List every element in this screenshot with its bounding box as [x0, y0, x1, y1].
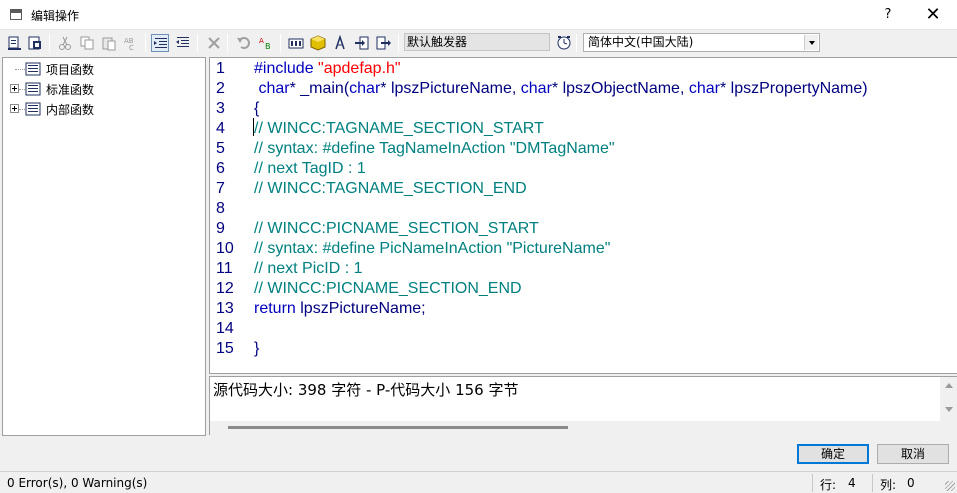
chevron-down-icon[interactable]: [804, 35, 818, 50]
line-number: 11: [216, 260, 233, 277]
column-label: 列:: [880, 478, 897, 492]
cancel-button[interactable]: 取消: [877, 444, 949, 464]
tree-item-standard-functions[interactable]: 标准函数: [3, 80, 203, 98]
line-number: 15: [216, 340, 234, 357]
code-text: // next TagID : 1: [254, 160, 366, 177]
text-caret: [253, 118, 254, 136]
outdent-icon[interactable]: [174, 34, 192, 52]
function-list-icon: [25, 82, 41, 96]
line-number: 8: [216, 200, 225, 217]
code-text: // WINCC:TAGNAME_SECTION_START: [254, 120, 544, 137]
scroll-down-icon[interactable]: [945, 407, 953, 412]
svg-text:C: C: [129, 44, 134, 51]
line-number: 4: [216, 120, 225, 137]
trigger-clock-icon[interactable]: [555, 34, 573, 52]
title-bar: 编辑操作 ? ✕: [0, 0, 957, 30]
help-button[interactable]: ?: [878, 5, 898, 25]
code-text: char* _main(char* lpszPictureName, char*…: [254, 80, 868, 97]
import-icon[interactable]: [353, 34, 371, 52]
property-icon[interactable]: [331, 34, 349, 52]
tag-icon[interactable]: [287, 34, 305, 52]
function-list-icon: [25, 102, 41, 116]
line-number: 6: [216, 160, 225, 177]
scroll-up-icon[interactable]: [945, 383, 953, 388]
object-icon[interactable]: [309, 34, 327, 52]
line-number: 3: [216, 100, 225, 117]
code-text: #include "apdefap.h": [254, 60, 401, 77]
language-value: 简体中文(中国大陆): [588, 35, 694, 49]
error-warning-count: 0 Error(s), 0 Warning(s): [7, 476, 148, 490]
code-text: // next PicID : 1: [254, 260, 363, 277]
paste-icon[interactable]: [100, 34, 118, 52]
status-bar: 0 Error(s), 0 Warning(s) 行: 4 列: 0: [0, 471, 957, 493]
line-number: 5: [216, 140, 225, 157]
code-text: {: [254, 100, 260, 117]
replace-icon[interactable]: AB C: [122, 34, 140, 52]
cut-icon[interactable]: [56, 34, 74, 52]
line-number: 10: [216, 240, 234, 257]
compile-result-text: 源代码大小: 398 字符 - P-代码大小 156 字节: [213, 381, 519, 399]
line-number: 13: [216, 300, 234, 317]
line-number: 9: [216, 220, 225, 237]
tree-item-label: 项目函数: [46, 63, 95, 77]
tree-item-project-functions[interactable]: 项目函数: [3, 60, 203, 78]
line-number: 1: [216, 60, 225, 77]
close-button[interactable]: ✕: [920, 3, 946, 27]
code-text: // WINCC:PICNAME_SECTION_END: [254, 280, 522, 297]
save-icon[interactable]: [26, 34, 44, 52]
row-label: 行:: [820, 478, 837, 492]
window-title: 编辑操作: [31, 9, 80, 23]
row-value: 4: [848, 476, 856, 490]
indent-icon[interactable]: [151, 34, 169, 52]
trigger-field[interactable]: 默认触发器: [404, 33, 550, 51]
ok-button[interactable]: 确定: [797, 444, 869, 464]
code-text: return lpszPictureName;: [254, 300, 426, 317]
copy-icon[interactable]: [78, 34, 96, 52]
tree-item-internal-functions[interactable]: 内部函数: [3, 100, 203, 118]
export-icon[interactable]: [375, 34, 393, 52]
undo-icon[interactable]: [235, 34, 253, 52]
code-text: // syntax: #define PicNameInAction "Pict…: [254, 240, 611, 257]
delete-icon[interactable]: [205, 34, 223, 52]
line-number: 2: [216, 80, 225, 97]
function-list-icon: [25, 62, 41, 76]
column-value: 0: [907, 476, 915, 490]
output-horizontal-scrollbar[interactable]: [210, 421, 957, 435]
code-text: // WINCC:TAGNAME_SECTION_END: [254, 180, 527, 197]
code-editor[interactable]: 1 #include "apdefap.h" 2 char* _main(char…: [209, 57, 957, 374]
window-icon: [10, 9, 22, 20]
tree-item-label: 内部函数: [46, 103, 95, 117]
line-number: 12: [216, 280, 234, 297]
line-number: 14: [216, 320, 234, 337]
output-pane: 源代码大小: 398 字符 - P-代码大小 156 字节: [209, 376, 957, 435]
line-number: 7: [216, 180, 225, 197]
tree-item-label: 标准函数: [46, 83, 95, 97]
expand-icon[interactable]: [10, 84, 19, 93]
expand-icon[interactable]: [10, 104, 19, 113]
code-text: // WINCC:PICNAME_SECTION_START: [254, 220, 539, 237]
code-text: }: [254, 340, 260, 357]
language-select[interactable]: 简体中文(中国大陆): [583, 33, 820, 52]
scrollbar-thumb[interactable]: [228, 426, 568, 429]
output-vertical-scrollbar[interactable]: [940, 377, 957, 421]
code-text: // syntax: #define TagNameInAction "DMTa…: [254, 140, 615, 157]
compile-icon[interactable]: [6, 34, 24, 52]
function-tree: 项目函数 标准函数 内部函数: [2, 57, 206, 436]
spellcheck-icon[interactable]: AB: [257, 34, 275, 52]
resize-grip-icon[interactable]: [945, 481, 955, 491]
svg-text:B: B: [265, 42, 271, 51]
svg-text:A: A: [259, 37, 264, 45]
